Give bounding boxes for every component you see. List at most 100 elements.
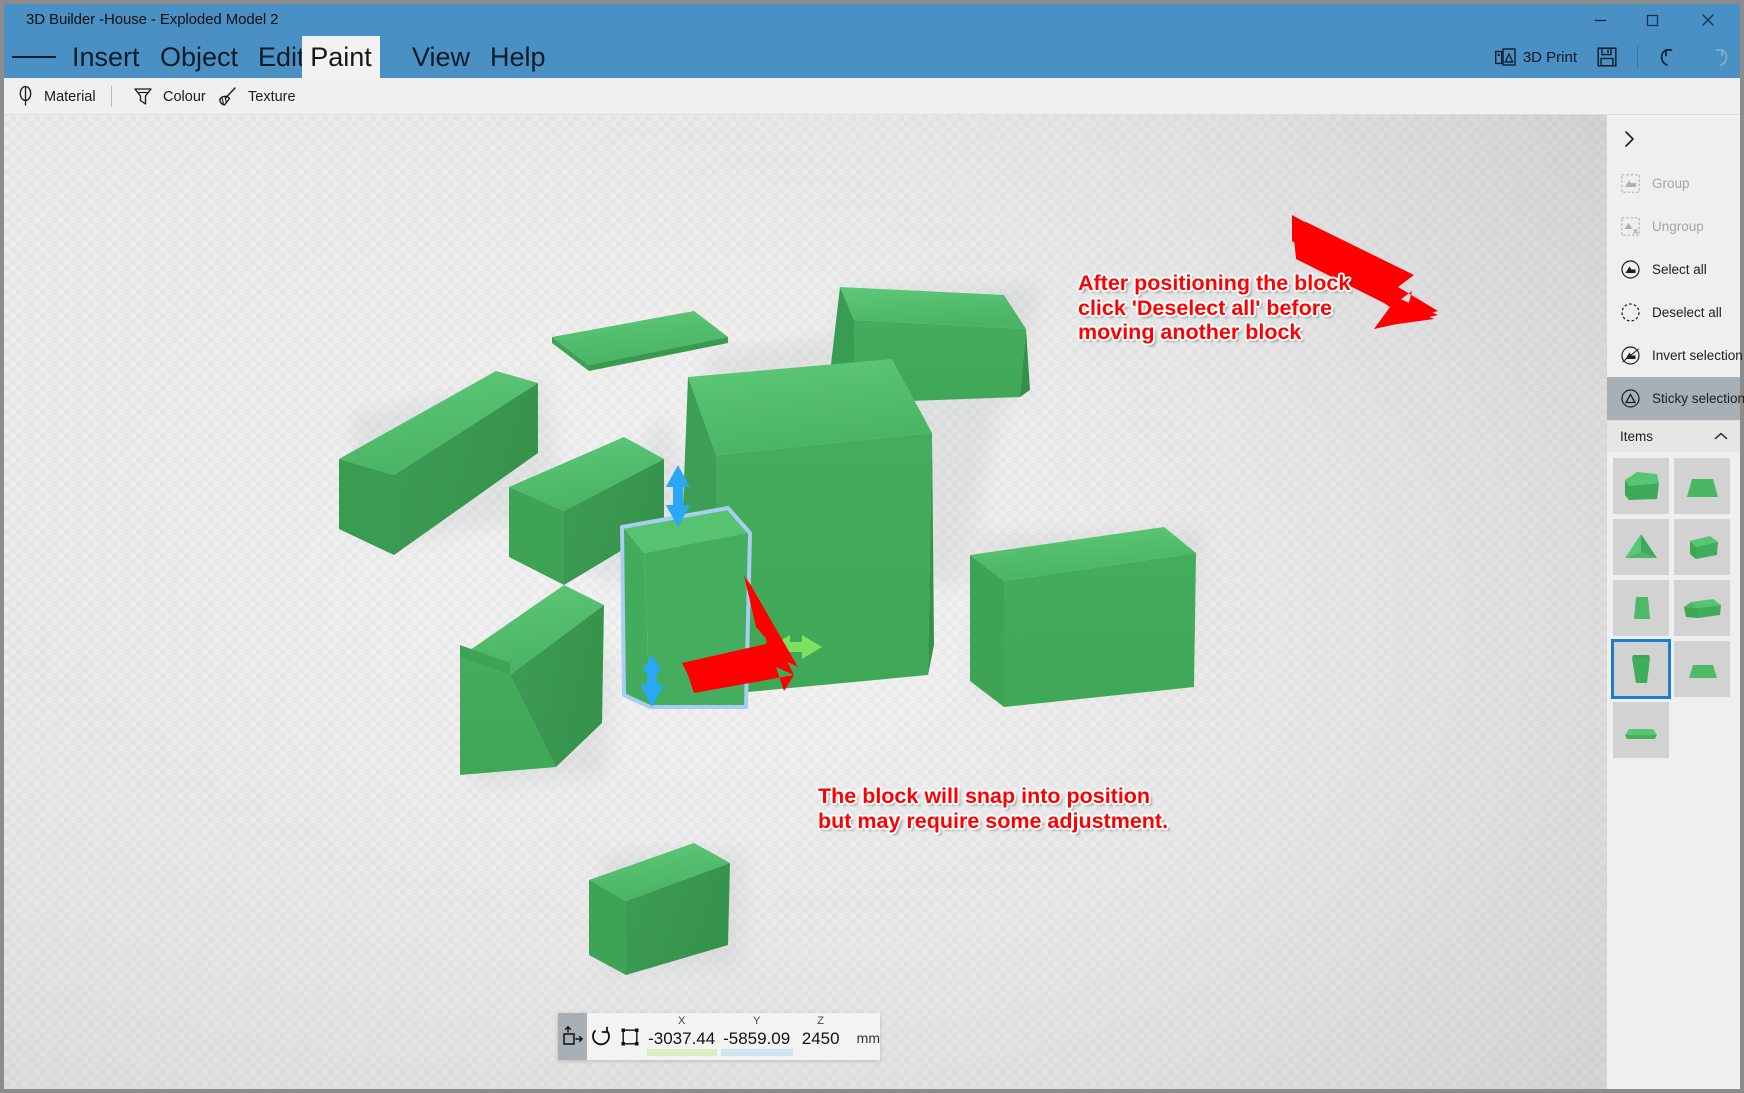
texture-label: Texture (248, 88, 296, 105)
undo-button[interactable] (1648, 45, 1694, 69)
move-icon (563, 1025, 584, 1045)
item-thumbnail-wide-box[interactable] (1674, 580, 1730, 636)
coordinate-y-axis: Y (753, 1015, 761, 1027)
close-button[interactable] (1682, 4, 1734, 36)
chevron-right-icon (1625, 130, 1634, 147)
coordinate-unit: mm (856, 1029, 880, 1046)
coordinate-z-axis: Z (817, 1015, 825, 1027)
save-icon (1597, 47, 1617, 67)
subtoolbar-divider-1 (111, 86, 112, 107)
undo-icon (1660, 49, 1673, 66)
title-bar: 3D Builder -House - Exploded Model 2 (4, 4, 1740, 36)
window-frame-bottom (0, 1089, 1744, 1093)
window-frame-right (1740, 0, 1744, 1093)
panel-item-select-all[interactable]: Select all (1607, 248, 1740, 291)
block-roof-left (552, 311, 728, 371)
coordinate-y-bar (720, 1049, 793, 1056)
3d-print-button[interactable]: 3D Print (1485, 47, 1587, 67)
scale-tool-button[interactable] (616, 1013, 645, 1060)
panel-item-group[interactable]: Group (1607, 162, 1740, 205)
hamburger-menu-icon[interactable] (12, 36, 57, 78)
save-button[interactable] (1587, 47, 1627, 67)
panel-item-deselect-all[interactable]: Deselect all (1607, 291, 1740, 334)
panel-item-group-label: Group (1652, 176, 1690, 191)
item-thumbnail-box-small[interactable] (1674, 519, 1730, 575)
menubar-right-tools: 3D Print (1485, 36, 1740, 78)
coordinate-x-value: -3037.44 (648, 1029, 716, 1048)
rotate-tool-button[interactable] (587, 1013, 616, 1060)
redo-button[interactable] (1694, 45, 1740, 69)
colour-icon (134, 88, 152, 105)
item-thumbnail-tall-slab[interactable] (1613, 580, 1669, 636)
panel-item-sticky-selection-label: Sticky selection (1652, 391, 1744, 406)
transform-toolbar: X -3037.44 Y -5859.09 Z 2450 mm (558, 1013, 880, 1060)
panel-item-select-all-label: Select all (1652, 262, 1707, 277)
minimize-icon (1594, 19, 1606, 21)
panel-expand-button[interactable] (1607, 115, 1740, 162)
panel-item-invert-selection[interactable]: Invert selection (1607, 334, 1743, 377)
item-thumbnail-wedge[interactable] (1613, 702, 1669, 758)
coordinate-y-value: -5859.09 (723, 1029, 791, 1048)
deselect-all-icon (1620, 302, 1641, 323)
material-label: Material (44, 88, 96, 105)
menu-item-insert[interactable]: Insert (56, 36, 156, 78)
panel-item-invert-selection-label: Invert selection (1652, 348, 1743, 363)
3d-scene (4, 115, 1740, 1089)
3d-viewport[interactable]: After positioning the block click 'Desel… (4, 115, 1740, 1089)
block-panel-right (970, 527, 1196, 707)
scale-icon (621, 1028, 639, 1045)
colour-label: Colour (163, 88, 206, 105)
redo-icon (1715, 49, 1728, 66)
menu-bar: Insert Object Edit Paint View Help 3D Pr… (4, 36, 1740, 78)
item-thumbnail-tall-tapered[interactable] (1611, 639, 1671, 699)
sticky-selection-icon (1620, 388, 1641, 409)
ungroup-icon (1620, 216, 1641, 237)
coordinate-y[interactable]: Y -5859.09 (719, 1015, 795, 1056)
coordinate-readout: X -3037.44 Y -5859.09 Z 2450 mm (645, 1013, 880, 1060)
coordinate-z-value: 2450 (801, 1029, 840, 1048)
select-all-icon (1620, 259, 1641, 280)
menu-item-help[interactable]: Help (474, 36, 562, 78)
panel-item-deselect-all-label: Deselect all (1652, 305, 1722, 320)
item-thumbnail-cube[interactable] (1613, 458, 1669, 514)
app-window: 3D Builder -House - Exploded Model 2 Ins… (0, 0, 1744, 1093)
items-section-header[interactable]: Items (1607, 420, 1740, 452)
item-thumbnail-trapezoid-flat[interactable] (1674, 458, 1730, 514)
rotate-icon (592, 1026, 611, 1045)
coordinate-x-bar (646, 1049, 717, 1056)
material-button[interactable]: Material (16, 78, 96, 115)
coordinate-x-axis: X (678, 1015, 686, 1027)
item-thumbnail-pyramid[interactable] (1613, 519, 1669, 575)
invert-selection-icon (1620, 345, 1641, 366)
paint-toolbar: Material Colour Texture (4, 78, 1740, 115)
selection-panel: Group Ungroup Select all Deselect all In… (1606, 115, 1744, 1089)
items-thumbnail-grid (1607, 452, 1740, 758)
material-icon (19, 85, 32, 106)
menu-item-object[interactable]: Object (144, 36, 254, 78)
item-thumbnail-flat-box[interactable] (1674, 641, 1730, 697)
toolbar-divider (1637, 45, 1638, 69)
texture-button[interactable]: Texture (216, 78, 296, 115)
items-section-title: Items (1620, 429, 1654, 444)
maximize-icon (1646, 14, 1658, 26)
maximize-button[interactable] (1626, 4, 1678, 36)
3d-print-label: 3D Print (1522, 48, 1577, 66)
3d-print-icon (1494, 47, 1516, 66)
menu-item-paint[interactable]: Paint (302, 36, 380, 78)
minimize-button[interactable] (1574, 4, 1626, 36)
coordinate-z[interactable]: Z 2450 (795, 1015, 847, 1049)
colour-button[interactable]: Colour (132, 78, 206, 115)
panel-item-ungroup[interactable]: Ungroup (1607, 205, 1740, 248)
move-tool-button[interactable] (558, 1013, 587, 1060)
texture-icon (219, 87, 236, 106)
coordinate-x[interactable]: X -3037.44 (645, 1015, 719, 1056)
close-icon (1702, 14, 1714, 26)
panel-item-ungroup-label: Ungroup (1652, 219, 1704, 234)
annotation-deselect-hint: After positioning the block click 'Desel… (1078, 271, 1351, 344)
chevron-up-icon (1714, 428, 1728, 446)
panel-item-sticky-selection[interactable]: Sticky selection (1607, 377, 1744, 420)
group-icon (1620, 173, 1641, 194)
menu-item-view[interactable]: View (396, 36, 486, 78)
annotation-snap-hint: The block will snap into position but ma… (818, 784, 1169, 833)
3d-blocks-group (339, 221, 1438, 975)
